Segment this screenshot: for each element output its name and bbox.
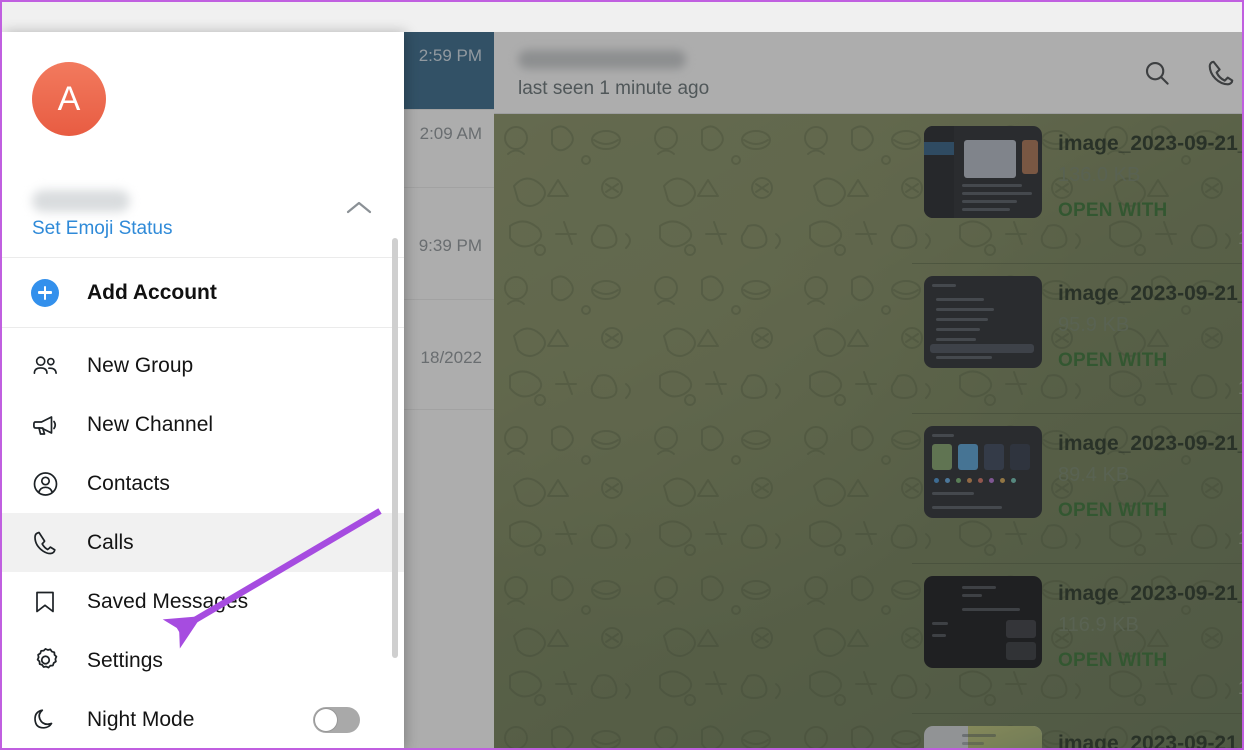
- chat-timestamp: 18/2022: [420, 348, 482, 367]
- menu-item-night-mode[interactable]: Night Mode: [2, 690, 404, 748]
- file-name: image_2023-09-21_1: [1058, 732, 1244, 750]
- menu-item-label: Contacts: [87, 471, 170, 495]
- file-size: 136.0 KB: [1058, 164, 1141, 186]
- menu-item-label: Night Mode: [87, 707, 195, 731]
- popup-scrollbar[interactable]: [392, 238, 398, 658]
- file-thumbnail: [924, 576, 1042, 668]
- menu-item-calls[interactable]: Calls: [2, 513, 404, 572]
- main-menu-popup: A Set Emoji Status Add Account New Group…: [2, 32, 404, 748]
- file-card[interactable]: image_2023-09-21_1 324.0 KB OPEN WITH 1: [912, 714, 1244, 750]
- file-card[interactable]: image_2023-09-21_1 89.4 KB OPEN WITH 1: [912, 414, 1242, 564]
- menu-item-label: Settings: [87, 648, 163, 672]
- file-name: image_2023-09-21_1: [1058, 582, 1244, 605]
- add-account-label: Add Account: [87, 280, 217, 304]
- chat-timestamp: 2:59 PM: [418, 46, 482, 65]
- file-thumbnail: [924, 126, 1042, 218]
- main-menu-list: New Group New Channel Contacts Calls Sav…: [2, 328, 404, 748]
- search-icon[interactable]: [1142, 58, 1172, 88]
- file-size: 89.4 KB: [1058, 464, 1130, 486]
- file-name: image_2023-09-21_1: [1058, 282, 1244, 305]
- night-mode-toggle[interactable]: [313, 706, 360, 733]
- file-card[interactable]: image_2023-09-21_1 116.9 KB OPEN WITH 1: [912, 564, 1242, 714]
- chat-header: last seen 1 minute ago: [494, 32, 1242, 114]
- menu-item-label: New Group: [87, 353, 194, 377]
- toggle-knob: [315, 708, 337, 731]
- chat-timestamp: 9:39 PM: [418, 236, 482, 255]
- bookmark-icon: [30, 588, 60, 616]
- shared-files-list[interactable]: image_2023-09-21_1 136.0 KB OPEN WITH 1 …: [912, 114, 1244, 750]
- open-with-button[interactable]: OPEN WITH: [1058, 500, 1167, 522]
- file-thumbnail: [924, 426, 1042, 518]
- file-card[interactable]: image_2023-09-21_1 95.9 KB OPEN WITH 1: [912, 264, 1242, 414]
- file-size: 116.9 KB: [1058, 614, 1139, 636]
- file-timestamp: 1: [1238, 678, 1242, 699]
- contact-name-blurred: [518, 50, 686, 69]
- file-name: image_2023-09-21_1: [1058, 432, 1244, 455]
- add-account-button[interactable]: Add Account: [2, 258, 404, 328]
- menu-item-label: New Channel: [87, 412, 214, 436]
- menu-item-label: Saved Messages: [87, 589, 249, 613]
- people-icon: [30, 352, 60, 380]
- account-section: A Set Emoji Status: [2, 32, 404, 258]
- chat-timestamp: 2:09 AM: [419, 124, 482, 143]
- window-title-bar: [2, 2, 1242, 32]
- file-name: image_2023-09-21_1: [1058, 132, 1244, 155]
- gear-icon: [30, 647, 60, 675]
- open-with-button[interactable]: OPEN WITH: [1058, 650, 1167, 672]
- file-thumbnail: [924, 726, 1042, 748]
- set-emoji-status-link[interactable]: Set Emoji Status: [32, 218, 172, 240]
- phone-icon: [30, 529, 60, 557]
- avatar-initial: A: [57, 79, 81, 118]
- open-with-button[interactable]: OPEN WITH: [1058, 200, 1167, 222]
- chat-header-actions: [1142, 58, 1242, 88]
- avatar[interactable]: A: [32, 62, 106, 136]
- contact-status: last seen 1 minute ago: [518, 78, 710, 99]
- file-timestamp: 1: [1238, 228, 1242, 249]
- file-timestamp: 1: [1238, 528, 1242, 549]
- account-name-blurred: [32, 190, 130, 212]
- file-thumbnail: [924, 276, 1042, 368]
- menu-item-new-channel[interactable]: New Channel: [2, 395, 404, 454]
- megaphone-icon: [30, 411, 60, 439]
- moon-icon: [30, 706, 60, 734]
- screenshot-root: 2:59 PM g 2:09 AM 9:39 PM 18/2022 la: [0, 0, 1244, 750]
- contact-icon: [30, 470, 60, 498]
- menu-item-label: Calls: [87, 530, 134, 554]
- file-size: 95.9 KB: [1058, 314, 1130, 336]
- menu-item-new-group[interactable]: New Group: [2, 336, 404, 395]
- chevron-up-icon[interactable]: [344, 198, 374, 223]
- file-timestamp: 1: [1238, 378, 1242, 399]
- phone-icon[interactable]: [1206, 58, 1236, 88]
- menu-item-settings[interactable]: Settings: [2, 631, 404, 690]
- plus-circle-icon: [31, 278, 59, 307]
- menu-item-contacts[interactable]: Contacts: [2, 454, 404, 513]
- menu-item-saved-messages[interactable]: Saved Messages: [2, 572, 404, 631]
- file-card[interactable]: image_2023-09-21_1 136.0 KB OPEN WITH 1: [912, 114, 1242, 264]
- open-with-button[interactable]: OPEN WITH: [1058, 350, 1167, 372]
